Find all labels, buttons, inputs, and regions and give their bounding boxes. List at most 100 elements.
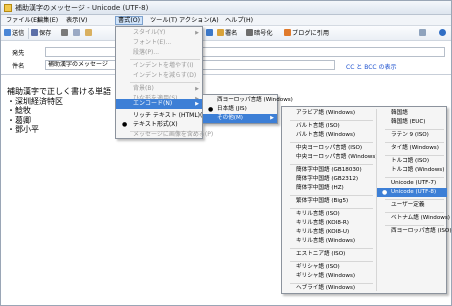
encoding-option[interactable]: 中央ヨーロッパ言語 (ISO) bbox=[282, 144, 376, 153]
encoding-option[interactable]: ギリシャ語 (Windows) bbox=[282, 272, 376, 281]
menu-separator bbox=[385, 199, 444, 200]
encoding-option[interactable]: 韓国語 bbox=[377, 109, 447, 118]
blog-button[interactable]: ブログに引用 bbox=[284, 29, 329, 38]
encoding-option[interactable]: 繁体字中国語 (Big5) bbox=[282, 197, 376, 206]
encoding-option[interactable]: トルコ語 (Windows) bbox=[377, 166, 447, 175]
menu-separator bbox=[290, 164, 373, 165]
menu-item-font[interactable]: フォント(E)... bbox=[116, 38, 202, 48]
to-label: 発先 bbox=[12, 50, 25, 57]
submenu-arrow-icon: ▶ bbox=[195, 101, 199, 107]
encoding-option[interactable]: バルト言語 (Windows) bbox=[282, 131, 376, 140]
encoding-option[interactable]: ギリシャ語 (ISO) bbox=[282, 263, 376, 272]
encoding-option[interactable]: キリル言語 (Windows) bbox=[282, 237, 376, 246]
encoding-option[interactable]: 簡体字中国語 (GB18030) bbox=[282, 166, 376, 175]
menu-separator bbox=[385, 177, 444, 178]
menu-tools[interactable]: ツール(T) bbox=[148, 16, 179, 25]
send-icon bbox=[4, 29, 11, 36]
encoding-option[interactable]: バルト言語 (ISO) bbox=[282, 122, 376, 131]
header-divider bbox=[1, 74, 451, 75]
encoding-option[interactable]: ベトナム語 (Windows) bbox=[377, 214, 450, 223]
encoding-more[interactable]: その他(M) ▶ bbox=[203, 114, 277, 123]
options-button[interactable] bbox=[419, 29, 427, 38]
body-line: 補助漢字で正しく書ける単語 bbox=[7, 87, 111, 96]
encoding-option[interactable]: キリル言語 (KOI8-R) bbox=[282, 219, 376, 228]
toolbar-divider bbox=[28, 28, 29, 39]
menu-separator bbox=[130, 82, 200, 83]
encoding-option[interactable]: ヘブライ語 (Windows) bbox=[282, 284, 376, 293]
encoding-option[interactable]: 簡体字中国語 (GB2312) bbox=[282, 175, 376, 184]
options-icon bbox=[419, 29, 426, 36]
subject-row: 件名 補助漢字のメッセージ CC と BCC の表示 bbox=[1, 59, 451, 71]
body-line: ・鄧小平 bbox=[7, 125, 39, 135]
copy-button[interactable] bbox=[73, 29, 81, 38]
encoding-option[interactable]: トルコ語 (ISO) bbox=[377, 157, 447, 166]
paste-button[interactable] bbox=[85, 29, 93, 38]
menu-view[interactable]: 表示(V) bbox=[64, 16, 89, 25]
menu-help[interactable]: ヘルプ(H) bbox=[223, 16, 255, 25]
encoding-option[interactable]: 中央ヨーロッパ言語 (Windows) bbox=[282, 153, 377, 162]
encoding-japanese-jis[interactable]: ● 日本語 (JIS) bbox=[203, 105, 277, 114]
menu-separator bbox=[385, 129, 444, 130]
menu-item-increase-indent[interactable]: インデントを増やす(I) bbox=[116, 61, 202, 71]
encoding-option[interactable]: 西ヨーロッパ言語 (ISO) bbox=[377, 227, 452, 236]
help-button[interactable] bbox=[439, 29, 447, 38]
menu-item-plain-text[interactable]: ● テキスト形式(X) bbox=[116, 120, 202, 130]
encoding-option-utf8[interactable]: ● Unicode (UTF-8) bbox=[377, 188, 447, 197]
message-body[interactable]: 補助漢字で正しく書ける単語 ・深圳経済特区 ・鯰牧 ・葛卿 ・鄧小平 bbox=[7, 87, 111, 135]
subject-label: 件名 bbox=[12, 63, 25, 70]
submenu-arrow-icon: ▶ bbox=[195, 86, 199, 92]
menu-format[interactable]: 書式(O) bbox=[115, 16, 144, 25]
encoding-option[interactable]: アラビア語 (Windows) bbox=[282, 109, 376, 118]
encoding-option[interactable]: ラテン 9 (ISO) bbox=[377, 131, 447, 140]
encoding-option[interactable]: 韓国語 (EUC) bbox=[377, 118, 447, 127]
encrypt-button[interactable]: 暗号化 bbox=[246, 29, 273, 38]
encoding-option[interactable]: 簡体字中国語 (HZ) bbox=[282, 184, 376, 193]
cut-icon bbox=[61, 29, 68, 36]
encoding-option[interactable]: タイ語 (Windows) bbox=[377, 144, 447, 153]
radio-selected-icon: ● bbox=[382, 189, 388, 196]
to-row: 発先 bbox=[1, 46, 451, 58]
menu-item-decrease-indent[interactable]: インデントを減らす(D) bbox=[116, 71, 202, 81]
cut-button[interactable] bbox=[61, 29, 69, 38]
encoding-western-windows[interactable]: 西ヨーロッパ言語 (Windows) bbox=[203, 96, 293, 105]
paste-icon bbox=[85, 29, 92, 36]
encoding-option[interactable]: Unicode (UTF-7) bbox=[377, 179, 447, 188]
menu-actions[interactable]: アクション(A) bbox=[177, 16, 221, 25]
attach-button[interactable] bbox=[206, 29, 214, 38]
send-button[interactable]: 送信 bbox=[4, 29, 24, 38]
radio-selected-icon: ● bbox=[208, 106, 214, 113]
menu-separator bbox=[290, 120, 373, 121]
submenu-arrow-icon: ▶ bbox=[270, 115, 274, 121]
menu-separator bbox=[130, 59, 200, 60]
encoding-column-left: アラビア語 (Windows) バルト言語 (ISO) バルト言語 (Windo… bbox=[282, 107, 377, 293]
cc-bcc-link[interactable]: CC と BCC の表示 bbox=[346, 62, 397, 71]
menu-separator bbox=[290, 208, 373, 209]
menu-item-paragraph[interactable]: 段落(P)... bbox=[116, 48, 202, 58]
menu-item-encoding[interactable]: エンコード(N) ▶ bbox=[116, 99, 202, 109]
toolbar: 送信 保存 署名 暗号化 ブログに引用 bbox=[1, 26, 451, 41]
body-line: ・葛卿 bbox=[7, 115, 31, 125]
menu-separator bbox=[385, 155, 444, 156]
encoding-option[interactable]: エストニア語 (ISO) bbox=[282, 250, 376, 259]
save-icon bbox=[31, 29, 38, 36]
menu-item-style[interactable]: スタイル(Y) ▶ bbox=[116, 28, 202, 38]
lock-icon bbox=[246, 29, 253, 36]
encoding-option[interactable]: キリル言語 (ISO) bbox=[282, 210, 376, 219]
menu-edit[interactable]: 編集(E) bbox=[35, 16, 60, 25]
blog-icon bbox=[284, 29, 291, 36]
window-title: 補助漢字のメッセージ - Unicode (UTF-8) bbox=[15, 4, 149, 12]
menu-item-background[interactable]: 背景(B) ▶ bbox=[116, 84, 202, 94]
encoding-option[interactable]: ユーザー定義 bbox=[377, 201, 447, 210]
copy-icon bbox=[73, 29, 80, 36]
menu-separator bbox=[290, 142, 373, 143]
menu-separator bbox=[290, 195, 373, 196]
encoding-submenu: 西ヨーロッパ言語 (Windows) ● 日本語 (JIS) その他(M) ▶ bbox=[202, 94, 293, 124]
menu-bar: ファイル(E) 編集(E) 表示(V) 書式(O) ツール(T) アクション(A… bbox=[1, 15, 451, 26]
to-field[interactable] bbox=[45, 47, 445, 57]
menu-item-include-images[interactable]: メッセージに画像を含める(P) bbox=[116, 130, 213, 140]
menu-separator bbox=[290, 261, 373, 262]
save-button[interactable]: 保存 bbox=[31, 29, 51, 38]
encoding-column-right: 韓国語 韓国語 (EUC) ラテン 9 (ISO) タイ語 (Windows) … bbox=[377, 107, 452, 293]
sign-button[interactable]: 署名 bbox=[217, 29, 237, 38]
encoding-option[interactable]: キリル言語 (KOI8-U) bbox=[282, 228, 376, 237]
